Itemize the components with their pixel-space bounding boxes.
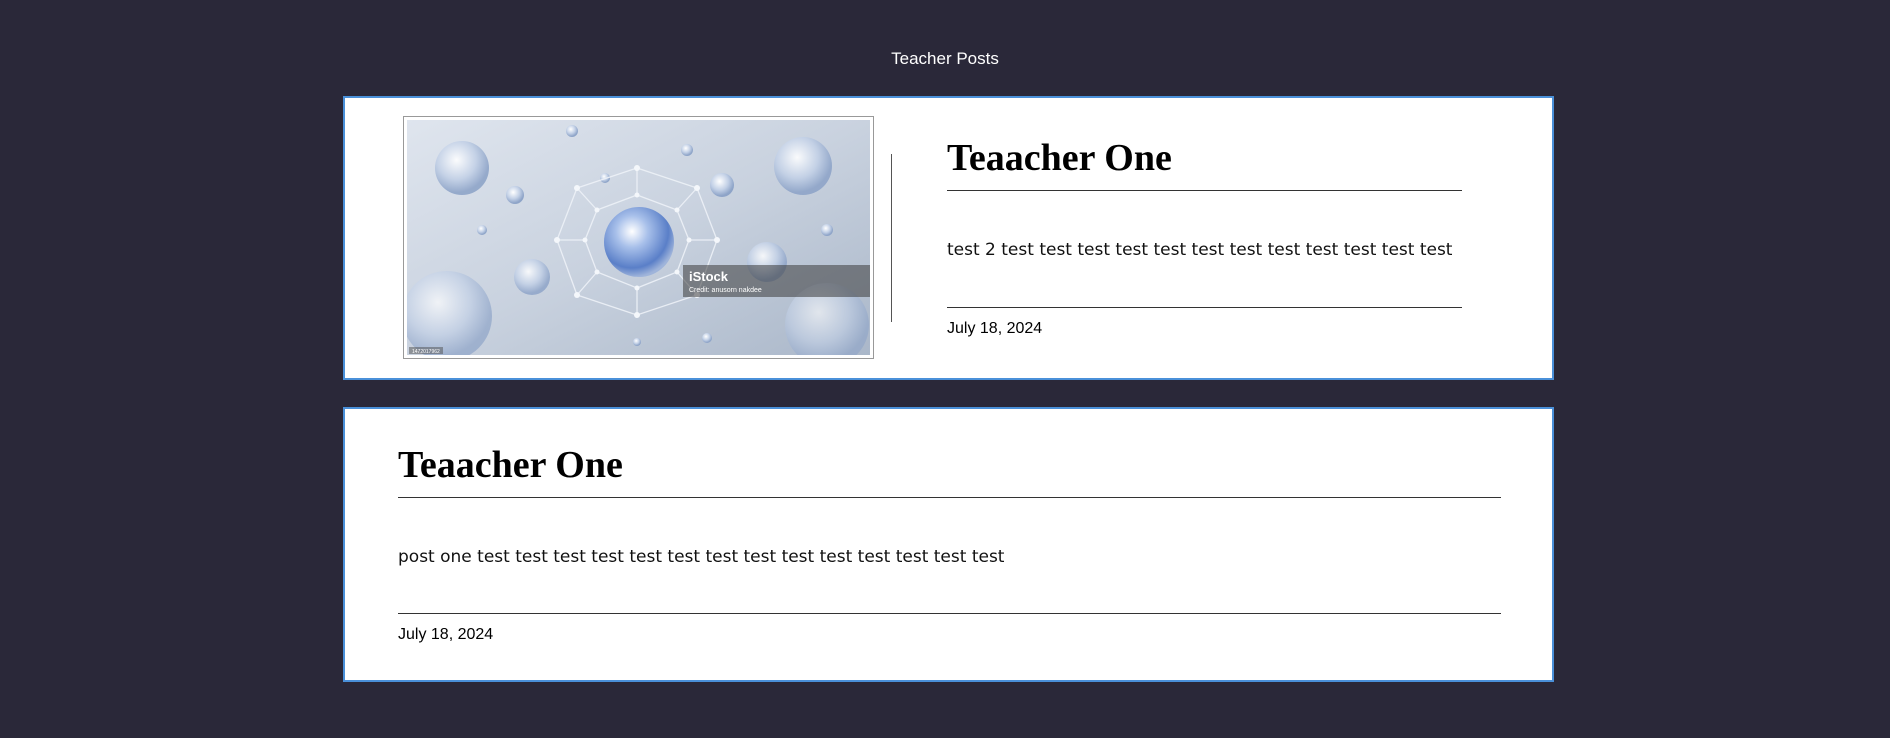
post-card[interactable]: iStock Credit: anusorn nakdee 1472017962…: [343, 96, 1554, 380]
divider: [398, 612, 1501, 614]
post-body: Teaacher One test 2 test test test test …: [947, 137, 1462, 338]
post-image[interactable]: iStock Credit: anusorn nakdee 1472017962: [403, 116, 874, 359]
post-date: July 18, 2024: [947, 319, 1043, 337]
post-date: July 18, 2024: [398, 625, 494, 643]
watermark-id: 1472017962: [412, 349, 440, 355]
page-title: Teacher Posts: [891, 49, 999, 68]
post-text: test 2 test test test test test test tes…: [947, 239, 1453, 260]
post-text: post one test test test test test test t…: [398, 546, 1005, 567]
post-body: Teaacher One post one test test test tes…: [398, 444, 1501, 644]
molecule-image: iStock Credit: anusorn nakdee 1472017962: [407, 120, 870, 355]
vertical-divider: [891, 154, 892, 322]
page: Teacher Posts iStock Credit: anusorn nak…: [0, 0, 1890, 738]
post-heading[interactable]: Teaacher One: [398, 444, 1501, 498]
post-card[interactable]: Teaacher One post one test test test tes…: [343, 407, 1554, 682]
divider: [947, 306, 1462, 308]
watermark-brand: iStock: [689, 269, 729, 284]
watermark-credit: Credit: anusorn nakdee: [689, 287, 762, 294]
post-heading[interactable]: Teaacher One: [947, 137, 1462, 191]
